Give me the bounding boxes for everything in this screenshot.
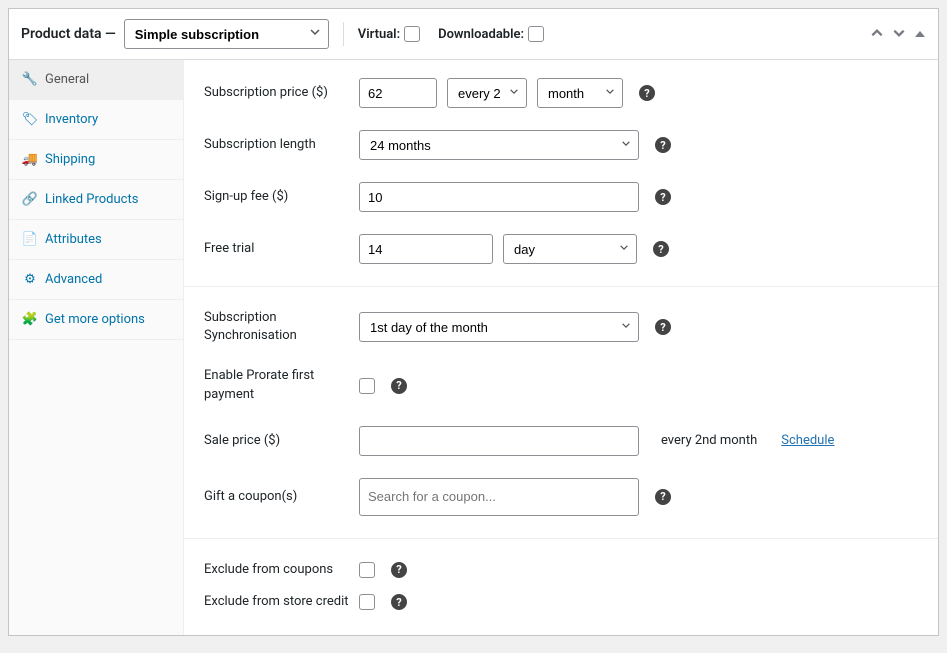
help-icon[interactable]: ? bbox=[655, 137, 671, 153]
downloadable-checkbox[interactable] bbox=[528, 26, 544, 42]
panel-body: 🔧 General 🏷 Inventory 🚚 Shipping 🔗 Linke… bbox=[9, 60, 938, 635]
sync-label: Subscription Synchronisation bbox=[204, 309, 359, 345]
sale-price-label: Sale price ($) bbox=[204, 432, 359, 450]
truck-icon: 🚚 bbox=[23, 152, 37, 167]
help-icon[interactable]: ? bbox=[655, 319, 671, 335]
tab-attributes[interactable]: 📄 Attributes bbox=[9, 220, 183, 260]
content-area: Subscription price ($) every 2nd month ?… bbox=[184, 60, 938, 635]
move-up-icon[interactable] bbox=[870, 25, 884, 44]
tab-label: Get more options bbox=[45, 312, 145, 327]
tab-shipping[interactable]: 🚚 Shipping bbox=[9, 140, 183, 180]
help-icon[interactable]: ? bbox=[655, 489, 671, 505]
wrench-icon: 🔧 bbox=[23, 72, 37, 87]
link-icon: 🔗 bbox=[23, 192, 37, 207]
subscription-interval-select[interactable]: every 2nd bbox=[447, 78, 527, 108]
help-icon[interactable]: ? bbox=[639, 85, 655, 101]
sync-select[interactable]: 1st day of the month bbox=[359, 312, 639, 342]
signup-fee-label: Sign-up fee ($) bbox=[204, 188, 359, 206]
free-trial-label: Free trial bbox=[204, 240, 359, 258]
tab-linked-products[interactable]: 🔗 Linked Products bbox=[9, 180, 183, 220]
prorate-checkbox[interactable] bbox=[359, 378, 375, 394]
tab-get-more-options[interactable]: 🧩 Get more options bbox=[9, 300, 183, 340]
sidebar: 🔧 General 🏷 Inventory 🚚 Shipping 🔗 Linke… bbox=[9, 60, 184, 635]
section-divider bbox=[184, 286, 938, 287]
tag-icon: 🏷 bbox=[23, 112, 37, 127]
help-icon[interactable]: ? bbox=[391, 378, 407, 394]
sale-price-interval-text: every 2nd month bbox=[661, 433, 757, 448]
free-trial-period-select[interactable]: day bbox=[503, 234, 637, 264]
virtual-label: Virtual: bbox=[358, 27, 400, 42]
free-trial-input[interactable] bbox=[359, 234, 493, 264]
subscription-price-label: Subscription price ($) bbox=[204, 84, 359, 102]
help-icon[interactable]: ? bbox=[653, 241, 669, 257]
exclude-store-credit-checkbox[interactable] bbox=[359, 594, 375, 610]
help-icon[interactable]: ? bbox=[391, 594, 407, 610]
product-data-panel: Product data — Simple subscription Virtu… bbox=[8, 8, 939, 636]
tab-inventory[interactable]: 🏷 Inventory bbox=[9, 100, 183, 140]
exclude-coupons-checkbox[interactable] bbox=[359, 562, 375, 578]
collapse-icon[interactable] bbox=[914, 25, 926, 44]
gift-coupon-label: Gift a coupon(s) bbox=[204, 488, 359, 506]
panel-title: Product data — bbox=[21, 26, 116, 42]
move-down-icon[interactable] bbox=[892, 25, 906, 44]
panel-header: Product data — Simple subscription Virtu… bbox=[9, 9, 938, 60]
tab-label: General bbox=[45, 72, 89, 87]
list-icon: 📄 bbox=[23, 232, 37, 247]
sale-price-input[interactable] bbox=[359, 426, 639, 456]
downloadable-label: Downloadable: bbox=[438, 27, 524, 42]
prorate-label: Enable Prorate first payment bbox=[204, 367, 359, 403]
gift-coupon-input[interactable] bbox=[359, 478, 639, 516]
exclude-store-credit-label: Exclude from store credit bbox=[204, 593, 359, 611]
tab-label: Advanced bbox=[45, 272, 102, 287]
help-icon[interactable]: ? bbox=[391, 562, 407, 578]
divider bbox=[343, 22, 344, 46]
signup-fee-input[interactable] bbox=[359, 182, 639, 212]
gear-icon: ⚙ bbox=[23, 272, 37, 287]
virtual-checkbox[interactable] bbox=[404, 26, 420, 42]
section-divider bbox=[184, 538, 938, 539]
subscription-period-select[interactable]: month bbox=[537, 78, 623, 108]
help-icon[interactable]: ? bbox=[655, 189, 671, 205]
subscription-length-label: Subscription length bbox=[204, 136, 359, 154]
plugin-icon: 🧩 bbox=[23, 312, 37, 327]
tab-label: Linked Products bbox=[45, 192, 138, 207]
subscription-price-input[interactable] bbox=[359, 78, 437, 108]
schedule-link[interactable]: Schedule bbox=[781, 433, 834, 448]
tab-label: Attributes bbox=[45, 232, 102, 247]
tab-advanced[interactable]: ⚙ Advanced bbox=[9, 260, 183, 300]
exclude-coupons-label: Exclude from coupons bbox=[204, 561, 359, 579]
tab-label: Inventory bbox=[45, 112, 98, 127]
subscription-length-select[interactable]: 24 months bbox=[359, 130, 639, 160]
tab-general[interactable]: 🔧 General bbox=[9, 60, 183, 100]
tab-label: Shipping bbox=[45, 152, 95, 167]
product-type-select[interactable]: Simple subscription bbox=[124, 19, 329, 49]
